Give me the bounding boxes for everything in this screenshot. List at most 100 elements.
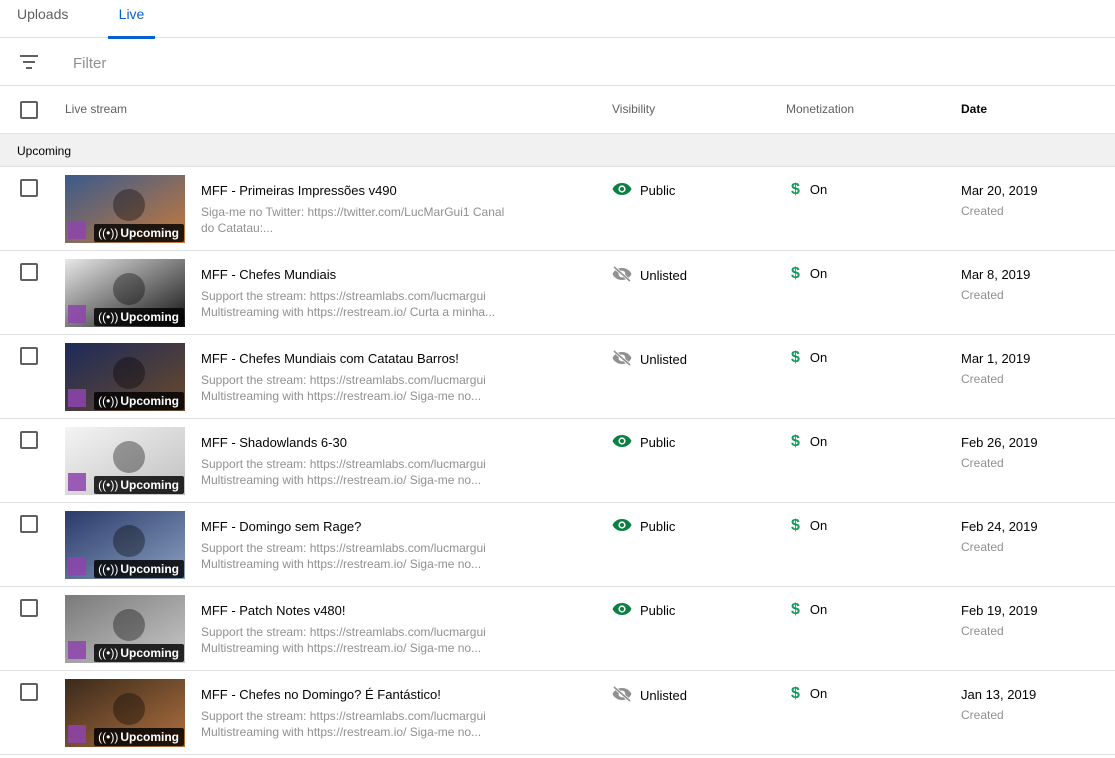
live-broadcast-icon: ((•)) [98, 478, 119, 492]
upcoming-badge: ((•)) Upcoming [94, 560, 184, 578]
table-row[interactable]: ((•)) Upcoming MFF - Patch Notes v480! Su… [0, 587, 1115, 671]
description-line: Support the stream: https://streamlabs.c… [201, 541, 486, 555]
table-row[interactable]: ((•)) Upcoming MFF - Chefes no Domingo? É… [0, 671, 1115, 755]
video-thumbnail[interactable]: ((•)) Upcoming [65, 427, 185, 495]
video-title[interactable]: MFF - Chefes no Domingo? É Fantástico! [201, 687, 441, 702]
monetization-cell[interactable]: $ On [791, 181, 827, 199]
table-row[interactable]: ((•)) Upcoming MFF - Shadowlands 6-30 Sup… [0, 419, 1115, 503]
filter-icon[interactable] [19, 55, 39, 69]
eye-icon [612, 518, 640, 535]
filter-bar [0, 38, 1115, 86]
live-broadcast-icon: ((•)) [98, 394, 119, 408]
select-all-checkbox[interactable] [20, 101, 38, 119]
filter-input[interactable] [73, 53, 473, 73]
live-broadcast-icon: ((•)) [98, 730, 119, 744]
row-checkbox[interactable] [20, 263, 38, 281]
eye-icon [612, 182, 640, 199]
description-line: Multistreaming with https://restream.io/… [201, 557, 482, 571]
video-thumbnail[interactable]: ((•)) Upcoming [65, 595, 185, 663]
dollar-icon: $ [791, 685, 800, 702]
table-row[interactable]: ((•)) Upcoming MFF - Domingo sem Rage? Su… [0, 503, 1115, 587]
monetization-cell[interactable]: $ On [791, 265, 827, 283]
visibility-cell[interactable]: Public [612, 434, 675, 451]
video-thumbnail[interactable]: ((•)) Upcoming [65, 343, 185, 411]
visibility-cell[interactable]: Public [612, 602, 675, 619]
description-line: Multistreaming with https://restream.io/… [201, 473, 482, 487]
video-thumbnail[interactable]: ((•)) Upcoming [65, 175, 185, 243]
description-line: Support the stream: https://streamlabs.c… [201, 457, 486, 471]
visibility-label: Public [640, 519, 676, 534]
description-line: Support the stream: https://streamlabs.c… [201, 373, 486, 387]
eye-off-icon [612, 685, 640, 705]
date-value: Feb 19, 2019 [961, 603, 1038, 618]
live-broadcast-icon: ((•)) [98, 310, 119, 324]
eye-icon [612, 434, 640, 451]
date-status: Created [961, 624, 1004, 638]
row-checkbox[interactable] [20, 347, 38, 365]
date-status: Created [961, 540, 1004, 554]
video-thumbnail[interactable]: ((•)) Upcoming [65, 511, 185, 579]
visibility-cell[interactable]: Public [612, 182, 675, 199]
video-title[interactable]: MFF - Domingo sem Rage? [201, 519, 361, 534]
table-row[interactable]: ((•)) Upcoming MFF - Primeiras Impressões… [0, 167, 1115, 251]
row-checkbox[interactable] [20, 431, 38, 449]
monetization-cell[interactable]: $ On [791, 601, 827, 619]
video-description: Siga-me no Twitter: https://twitter.com/… [201, 204, 521, 236]
date-status: Created [961, 708, 1004, 722]
description-line: Siga-me no Twitter: https://twitter.com/… [201, 205, 505, 219]
monetization-label: On [809, 266, 828, 281]
dollar-icon: $ [791, 601, 800, 618]
monetization-label: On [809, 686, 828, 701]
monetization-label: On [809, 434, 828, 449]
visibility-cell[interactable]: Unlisted [612, 685, 687, 705]
date-value: Mar 8, 2019 [961, 267, 1031, 282]
table-row[interactable]: ((•)) Upcoming MFF - Chefes Mundiais com … [0, 335, 1115, 419]
video-thumbnail[interactable]: ((•)) Upcoming [65, 259, 185, 327]
description-line: Multistreaming with https://restream.io/… [201, 389, 482, 403]
visibility-label: Public [640, 435, 676, 450]
description-line: do Catatau:... [201, 221, 274, 235]
visibility-label: Unlisted [640, 268, 687, 283]
visibility-label: Public [640, 603, 676, 618]
row-checkbox[interactable] [20, 515, 38, 533]
video-title[interactable]: MFF - Shadowlands 6-30 [201, 435, 347, 450]
visibility-cell[interactable]: Unlisted [612, 265, 687, 285]
column-header-date[interactable]: Date [961, 102, 987, 116]
visibility-label: Unlisted [640, 688, 687, 703]
monetization-label: On [809, 602, 828, 617]
video-description: Support the stream: https://streamlabs.c… [201, 456, 521, 488]
row-checkbox[interactable] [20, 599, 38, 617]
upcoming-badge: ((•)) Upcoming [94, 728, 184, 746]
row-checkbox[interactable] [20, 179, 38, 197]
video-title[interactable]: MFF - Primeiras Impressões v490 [201, 183, 397, 198]
visibility-cell[interactable]: Unlisted [612, 349, 687, 369]
monetization-cell[interactable]: $ On [791, 433, 827, 451]
table-header: Live stream Visibility Monetization Date [0, 86, 1115, 134]
video-thumbnail[interactable]: ((•)) Upcoming [65, 679, 185, 747]
video-title[interactable]: MFF - Patch Notes v480! [201, 603, 346, 618]
video-title[interactable]: MFF - Chefes Mundiais com Catatau Barros… [201, 351, 459, 366]
tab-live[interactable]: Live [108, 0, 155, 39]
date-status: Created [961, 372, 1004, 386]
monetization-label: On [809, 182, 828, 197]
date-status: Created [961, 204, 1004, 218]
date-value: Mar 20, 2019 [961, 183, 1038, 198]
visibility-cell[interactable]: Public [612, 518, 675, 535]
column-header-monetization: Monetization [786, 102, 855, 116]
description-line: Support the stream: https://streamlabs.c… [201, 709, 486, 723]
row-checkbox[interactable] [20, 683, 38, 701]
video-description: Support the stream: https://streamlabs.c… [201, 288, 521, 320]
monetization-cell[interactable]: $ On [791, 517, 827, 535]
column-header-visibility: Visibility [612, 102, 656, 116]
tab-uploads[interactable]: Uploads [17, 0, 68, 38]
dollar-icon: $ [791, 433, 800, 450]
table-row[interactable]: ((•)) Upcoming MFF - Chefes Mundiais Supp… [0, 251, 1115, 335]
video-list: ((•)) Upcoming MFF - Primeiras Impressões… [0, 167, 1115, 755]
monetization-label: On [809, 350, 828, 365]
monetization-cell[interactable]: $ On [791, 685, 827, 703]
date-status: Created [961, 288, 1004, 302]
live-broadcast-icon: ((•)) [98, 226, 119, 240]
video-title[interactable]: MFF - Chefes Mundiais [201, 267, 336, 282]
monetization-cell[interactable]: $ On [791, 349, 827, 367]
column-header-live-stream: Live stream [65, 102, 128, 116]
